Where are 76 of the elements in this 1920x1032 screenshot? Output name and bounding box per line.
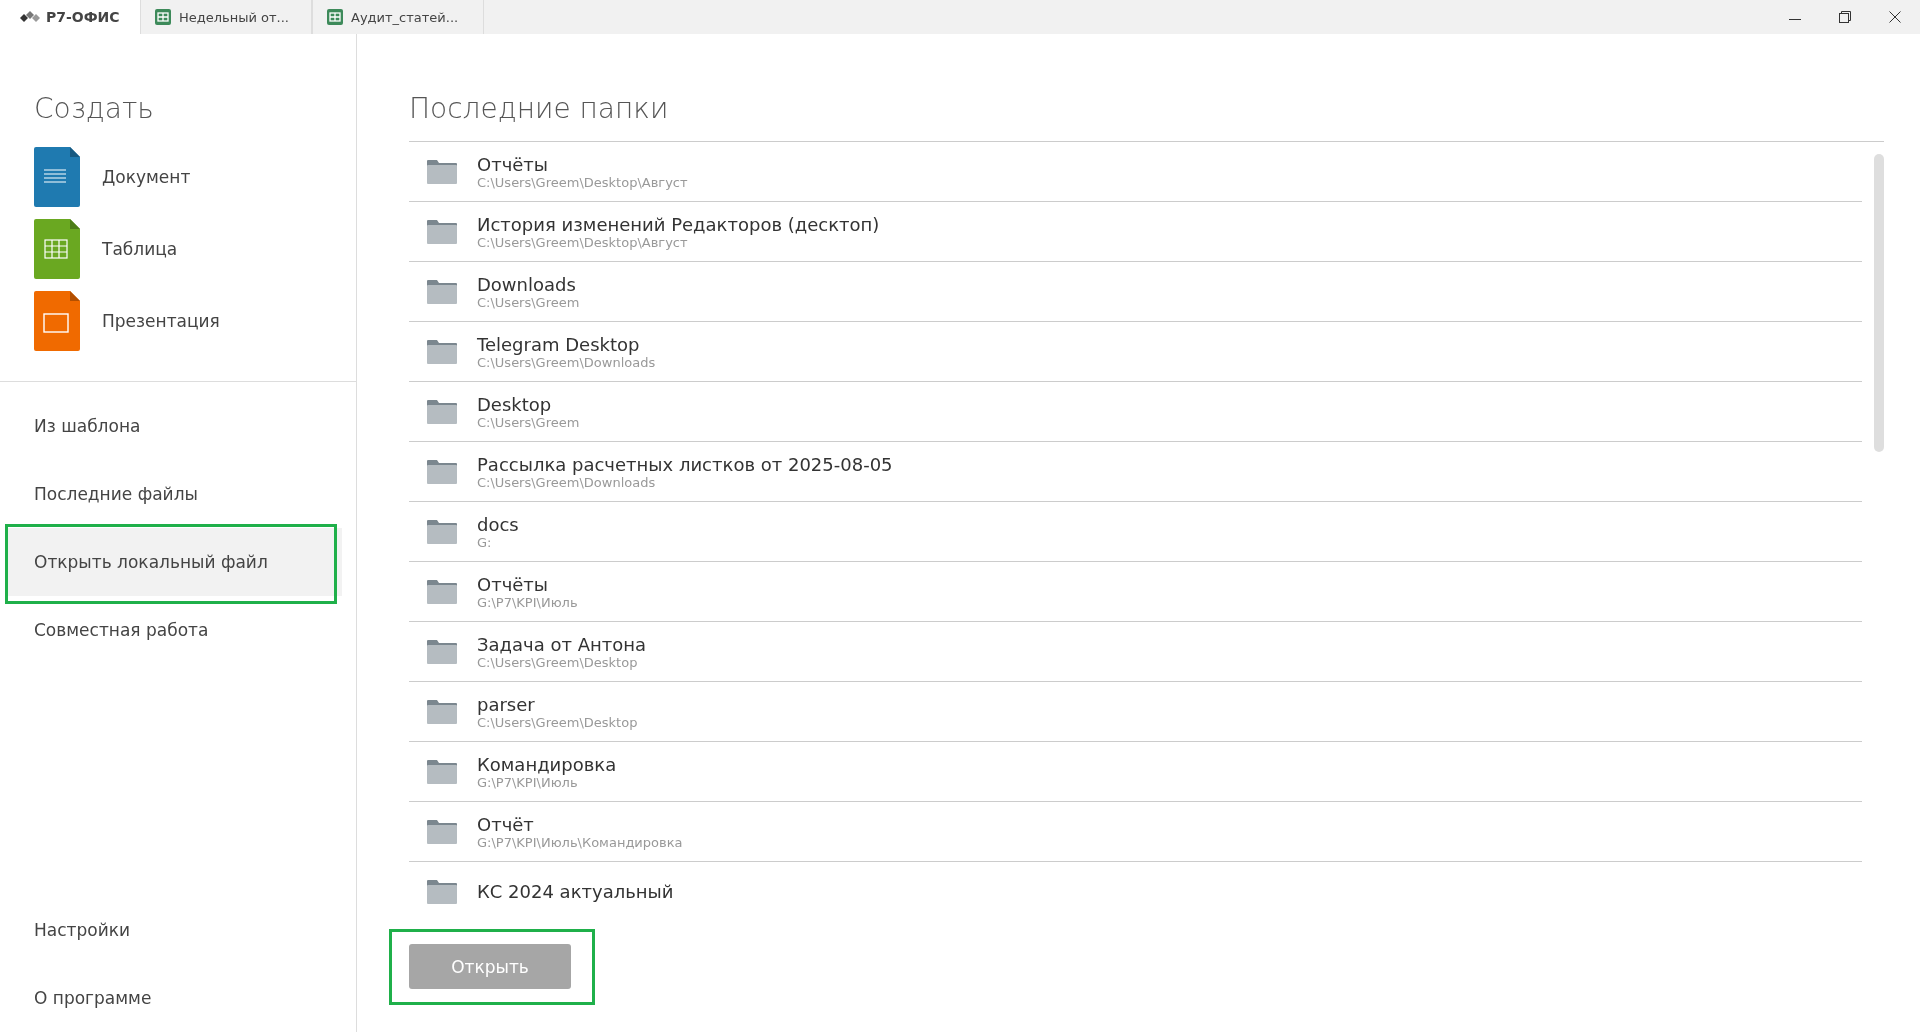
create-item[interactable]: Таблица: [0, 213, 356, 285]
folder-path: G:\P7\KPI\Июль: [477, 774, 578, 790]
folder-row[interactable]: Задача от Антона C:\Users\Greem\Desktop: [409, 622, 1862, 682]
create-item[interactable]: Документ: [0, 141, 356, 213]
folder-row[interactable]: Downloads C:\Users\Greem: [409, 262, 1862, 322]
folder-name: Отчёты: [477, 153, 550, 175]
folder-row[interactable]: Telegram Desktop C:\Users\Greem\Downloads: [409, 322, 1862, 382]
spreadsheet-icon: [34, 219, 80, 279]
folder-row[interactable]: parser C:\Users\Greem\Desktop: [409, 682, 1862, 742]
logo-icon: [20, 11, 40, 23]
spreadsheet-icon: [327, 9, 343, 25]
app-logo-text: Р7-ОФИС: [46, 9, 120, 25]
folder-icon: [427, 879, 457, 904]
folder-path: C:\Users\Greem\Desktop\Август: [477, 174, 688, 190]
folder-name: parser: [477, 693, 536, 715]
spreadsheet-icon: [155, 9, 171, 25]
folder-name: Рассылка расчетных листков от 2025-08-05: [477, 453, 893, 475]
folder-name: КС 2024 актуальный: [477, 881, 674, 902]
scrollbar[interactable]: [1874, 154, 1884, 452]
folder-icon: [427, 399, 457, 424]
folder-path: G:: [477, 534, 493, 550]
document-icon: [34, 147, 80, 207]
folder-name: docs: [477, 513, 519, 535]
folder-path: C:\Users\Greem\Desktop: [477, 654, 639, 670]
presentation-icon: [34, 291, 80, 351]
folder-row[interactable]: История изменений Редакторов (десктоп) C:\Users\Greem\Desktop\Август: [409, 202, 1862, 262]
folder-path: C:\Users\Greem: [477, 294, 580, 310]
menu-item[interactable]: О программе: [6, 964, 342, 1032]
folder-icon: [427, 699, 457, 724]
logo-tab[interactable]: Р7-ОФИС: [0, 0, 140, 34]
menu-item[interactable]: Последние файлы: [6, 460, 342, 528]
menu-item[interactable]: Совместная работа: [6, 596, 342, 664]
folder-icon: [427, 459, 457, 484]
folder-row[interactable]: Отчёты G:\P7\KPI\Июль: [409, 562, 1862, 622]
folder-name: Отчёты: [477, 573, 550, 595]
folder-name: Отчёт: [477, 813, 535, 835]
restore-icon: [1839, 11, 1851, 23]
folder-name: Telegram Desktop: [477, 333, 641, 355]
folder-row[interactable]: Отчёты C:\Users\Greem\Desktop\Август: [409, 142, 1862, 202]
minimize-icon: [1789, 19, 1801, 20]
folder-row[interactable]: Рассылка расчетных листков от 2025-08-05 C:\Users\Greem\Downloads: [409, 442, 1862, 502]
folder-name: Командировка: [477, 753, 617, 775]
menu-item[interactable]: Настройки: [6, 896, 342, 964]
menu-item[interactable]: Открыть локальный файл: [6, 528, 342, 596]
folder-name: История изменений Редакторов (десктоп): [477, 213, 880, 235]
folder-path: G:\P7\KPI\Июль\Командировка: [477, 834, 683, 850]
folder-icon: [427, 219, 457, 244]
folder-row[interactable]: КС 2024 актуальный: [409, 862, 1862, 910]
document-tab[interactable]: Аудит_статей...: [312, 0, 484, 34]
folder-row[interactable]: Командировка G:\P7\KPI\Июль: [409, 742, 1862, 802]
folder-path: C:\Users\Greem\Downloads: [477, 354, 656, 370]
folder-path: G:\P7\KPI\Июль: [477, 594, 578, 610]
folder-row[interactable]: Отчёт G:\P7\KPI\Июль\Командировка: [409, 802, 1862, 862]
folder-row[interactable]: Desktop C:\Users\Greem: [409, 382, 1862, 442]
folder-name: Downloads: [477, 273, 577, 295]
folder-icon: [427, 279, 457, 304]
folder-icon: [427, 339, 457, 364]
folder-icon: [427, 759, 457, 784]
folder-icon: [427, 639, 457, 664]
section-heading: Создать: [33, 91, 155, 127]
folder-icon: [427, 159, 457, 184]
document-tab[interactable]: Недельный от...: [140, 0, 312, 34]
folder-name: Задача от Антона: [477, 633, 647, 655]
folder-row[interactable]: docs G:: [409, 502, 1862, 562]
menu-item[interactable]: Из шаблона: [6, 392, 342, 460]
close-icon: [1889, 11, 1901, 23]
section-heading: Последние папки: [409, 91, 670, 127]
folder-icon: [427, 519, 457, 544]
folder-path: C:\Users\Greem\Desktop\Август: [477, 234, 688, 250]
create-item[interactable]: Презентация: [0, 285, 356, 357]
folder-icon: [427, 579, 457, 604]
folder-path: C:\Users\Greem\Desktop: [477, 714, 638, 730]
folder-path: C:\Users\Greem\Downloads: [477, 474, 656, 490]
folder-icon: [427, 819, 457, 844]
folder-name: Desktop: [477, 393, 553, 415]
folder-path: C:\Users\Greem: [477, 414, 580, 430]
